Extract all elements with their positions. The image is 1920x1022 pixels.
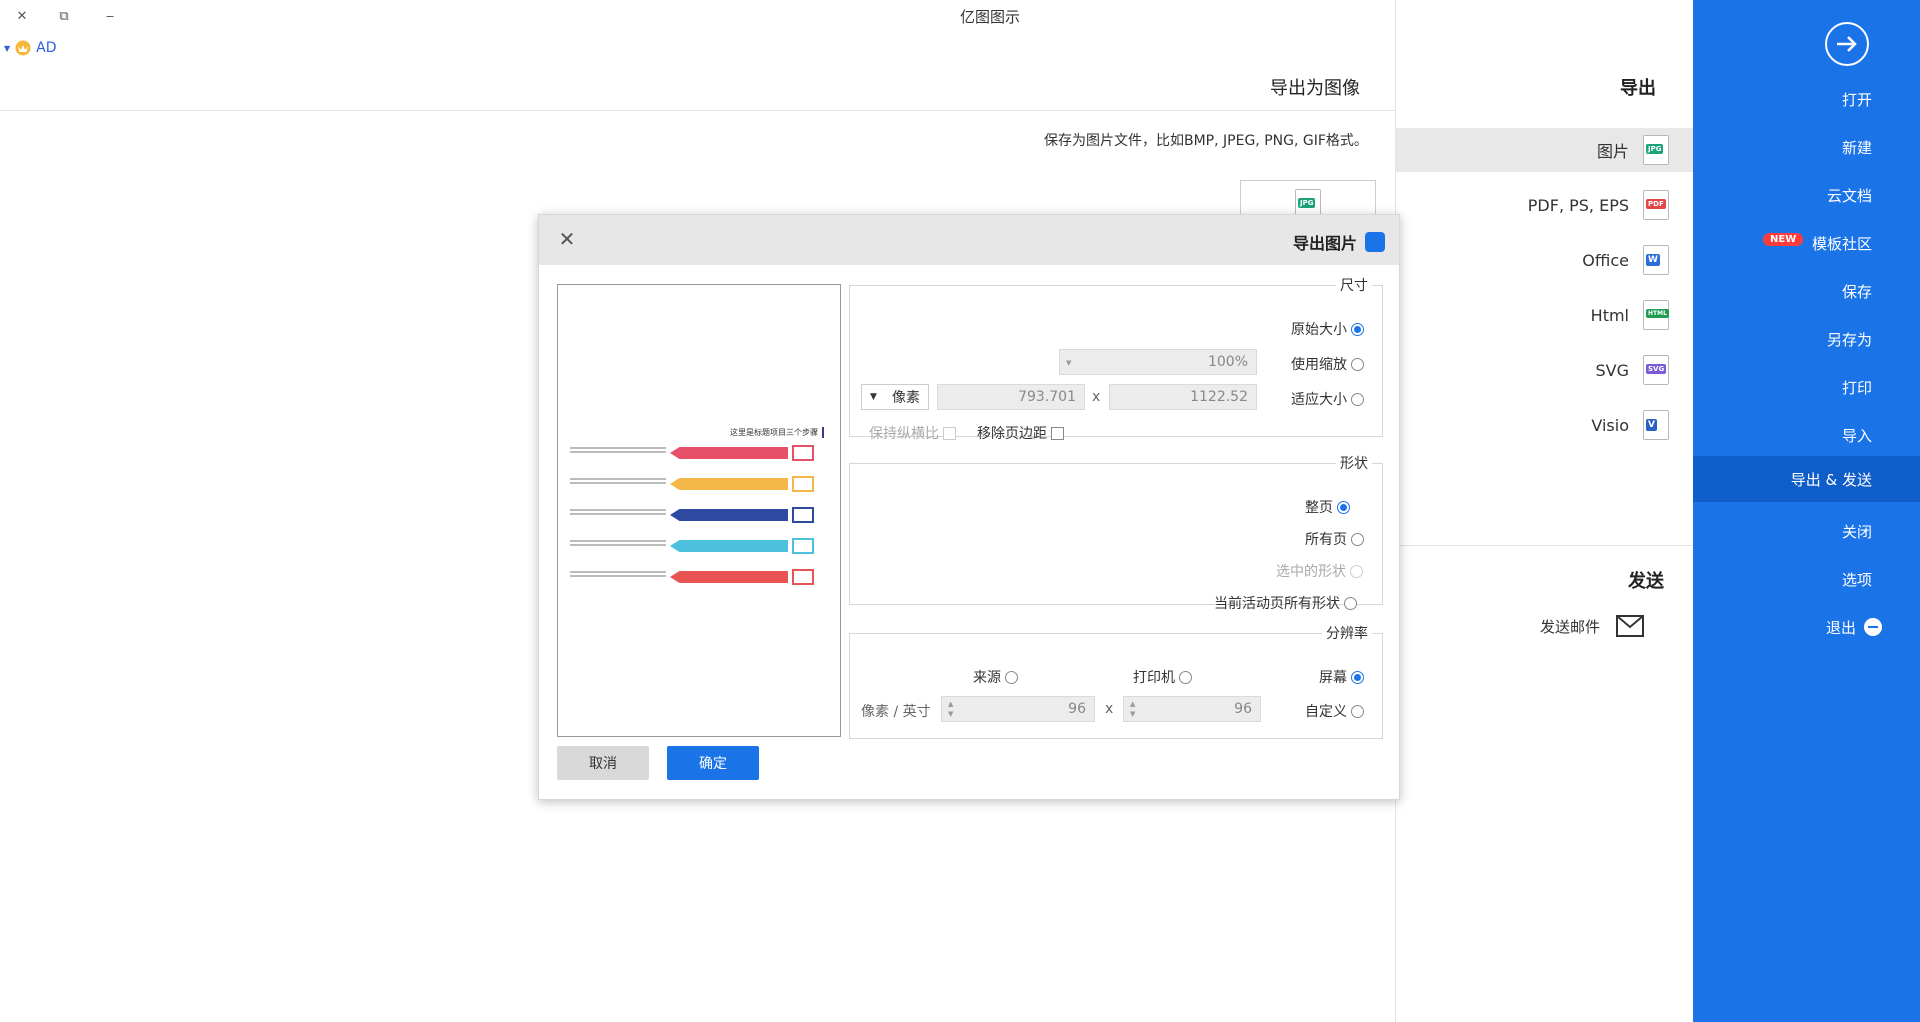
vip-crown-icon [15, 40, 31, 56]
format-label: PDF, PS, EPS [1527, 195, 1629, 215]
app-logo-icon [1365, 232, 1385, 252]
back-button[interactable] [1825, 22, 1869, 66]
size-original-radio[interactable]: 原始大小 [1291, 319, 1364, 339]
zoom-select[interactable]: ▼ 100% [1059, 349, 1257, 375]
user-menu[interactable]: ▼ AD [4, 36, 57, 60]
height-input[interactable]: 793.701 [937, 384, 1085, 410]
format-label: Office [1582, 250, 1629, 270]
size-fit-radio[interactable]: 适应大小 [1291, 389, 1364, 409]
visio-file-icon: V [1643, 410, 1669, 440]
export-format-pdf[interactable]: PDF, PS, EPS PDF [1396, 183, 1693, 227]
resolution-screen-radio[interactable]: 屏幕 [1319, 667, 1364, 687]
ok-button[interactable]: 确定 [667, 746, 759, 780]
format-label: SVG [1595, 360, 1630, 380]
close-icon: ✕ [16, 8, 28, 24]
export-format-svg[interactable]: SVG SVG [1396, 348, 1693, 392]
export-format-html[interactable]: Html HTML [1396, 293, 1693, 337]
size-legend: 尺寸 [1340, 278, 1368, 294]
shape-selected-radio[interactable]: 选中的形状 [1276, 561, 1363, 581]
shape-all-pages-radio[interactable]: 所有页 [1305, 529, 1364, 549]
jpg-file-icon: JPG [1643, 135, 1669, 165]
restore-icon: ⧉ [59, 8, 69, 24]
dialog-header: ✕ 导出图片 [539, 215, 1399, 265]
minimize-icon: ‒ [105, 8, 115, 24]
times-label: x [1105, 701, 1114, 717]
sidebar-item-export-send[interactable]: 导出 & 发送 [1693, 456, 1920, 502]
dialog-close-button[interactable]: ✕ [555, 227, 579, 251]
preview-diagram: 这里是标题项目三个步骤 [564, 421, 830, 607]
width-input[interactable]: 1122.52 [1109, 384, 1257, 410]
main-heading: 导出为图像 [1270, 78, 1360, 99]
preview-title: 这里是标题项目三个步骤 [730, 427, 824, 438]
send-mail-button[interactable]: 发送邮件 [1540, 615, 1645, 637]
sidebar-item-template-community[interactable]: 模板社区 [1693, 220, 1920, 266]
sidebar-item-cloud[interactable]: 云文档 [1693, 172, 1920, 218]
svg-file-icon: SVG [1643, 355, 1669, 385]
sidebar-item-close[interactable]: 关闭 [1693, 508, 1920, 554]
resolution-printer-radio[interactable]: 打印机 [1133, 667, 1192, 687]
size-zoom-radio[interactable]: 使用缩放 [1291, 354, 1364, 374]
exit-icon [1864, 618, 1882, 636]
format-label: Html [1590, 305, 1629, 325]
preview-step [564, 538, 822, 554]
dialog-title: 导出图片 [1293, 230, 1385, 254]
html-file-icon: HTML [1643, 300, 1669, 330]
shape-whole-page-radio[interactable]: 整页 [1305, 497, 1350, 517]
unit-select[interactable]: ▼ 像素 [861, 384, 929, 410]
export-image-dialog: ✕ 导出图片 尺寸 原始大小 使用缩放 ▼ 100% 适应大小 1122.52 … [538, 214, 1400, 800]
caret-down-icon: ▼ [4, 43, 11, 53]
preview-panel: 这里是标题项目三个步骤 [557, 284, 841, 737]
sidebar-item-open[interactable]: 打开 [1693, 76, 1920, 122]
shape-legend: 形状 [1340, 456, 1368, 472]
keep-ratio-checkbox[interactable]: 保持纵横比 [869, 423, 956, 443]
preview-step [564, 445, 822, 461]
times-label: x [1092, 389, 1101, 405]
format-label: Visio [1591, 415, 1629, 435]
sidebar-item-options[interactable]: 选项 [1693, 556, 1920, 602]
export-heading: 导出 [1620, 78, 1656, 99]
dpi-x-input[interactable]: ▲ ▼ 96 [1123, 696, 1261, 722]
preview-step [564, 476, 822, 492]
sidebar-item-new[interactable]: 新建 [1693, 124, 1920, 170]
resolution-custom-radio[interactable]: 自定义 [1305, 701, 1364, 721]
format-label: 图片 [1596, 142, 1629, 161]
preview-step [564, 569, 822, 585]
shape-current-active-radio[interactable]: 当前活动页所有形状 [1214, 593, 1357, 613]
send-heading: 发送 [1628, 571, 1664, 592]
divider [1396, 545, 1693, 546]
close-icon: ✕ [558, 227, 576, 251]
send-mail-label: 发送邮件 [1540, 617, 1601, 636]
user-name: AD [36, 40, 57, 56]
sidebar-item-save-as[interactable]: 另存为 [1693, 316, 1920, 362]
app-title: 亿图图示 [959, 8, 1020, 26]
export-format-visio[interactable]: Visio V [1396, 403, 1693, 447]
caret-down-icon: ▼ [870, 392, 877, 402]
pdf-file-icon: PDF [1643, 190, 1669, 220]
dpi-unit-label: 像素 / 英寸 [861, 704, 931, 720]
remove-margin-checkbox[interactable]: 移除页边距 [977, 423, 1064, 443]
arrow-right-icon [1837, 36, 1857, 52]
sidebar-item-exit[interactable]: 退出 [1693, 604, 1920, 650]
shape-group: 形状 [849, 453, 1383, 605]
divider [0, 110, 1395, 111]
new-badge: NEW [1763, 233, 1804, 246]
dpi-y-input[interactable]: ▲ ▼ 96 [941, 696, 1095, 722]
mail-icon [1616, 615, 1645, 637]
restore-window-button[interactable]: ⧉ [52, 4, 76, 28]
export-description: 保存为图片文件，比如BMP, JPEG, PNG, GIF格式。 [1044, 133, 1368, 149]
sidebar-item-print[interactable]: 打印 [1693, 364, 1920, 410]
sidebar-item-import[interactable]: 导入 [1693, 412, 1920, 458]
close-window-button[interactable]: ✕ [10, 4, 34, 28]
minimize-window-button[interactable]: ‒ [98, 4, 122, 28]
export-format-image[interactable]: 图片 JPG [1396, 128, 1693, 172]
word-file-icon: W [1643, 245, 1669, 275]
cancel-button[interactable]: 取消 [557, 746, 649, 780]
sidebar: 打开 新建 云文档 模板社区 NEW 保存 另存为 打印 导入 导出 & 发送 … [1693, 0, 1920, 1022]
resolution-legend: 分辨率 [1326, 626, 1368, 642]
sidebar-item-save[interactable]: 保存 [1693, 268, 1920, 314]
resolution-group: 分辨率 [849, 623, 1383, 739]
resolution-source-radio[interactable]: 来源 [973, 667, 1018, 687]
preview-step [564, 507, 822, 523]
export-format-office[interactable]: Office W [1396, 238, 1693, 282]
